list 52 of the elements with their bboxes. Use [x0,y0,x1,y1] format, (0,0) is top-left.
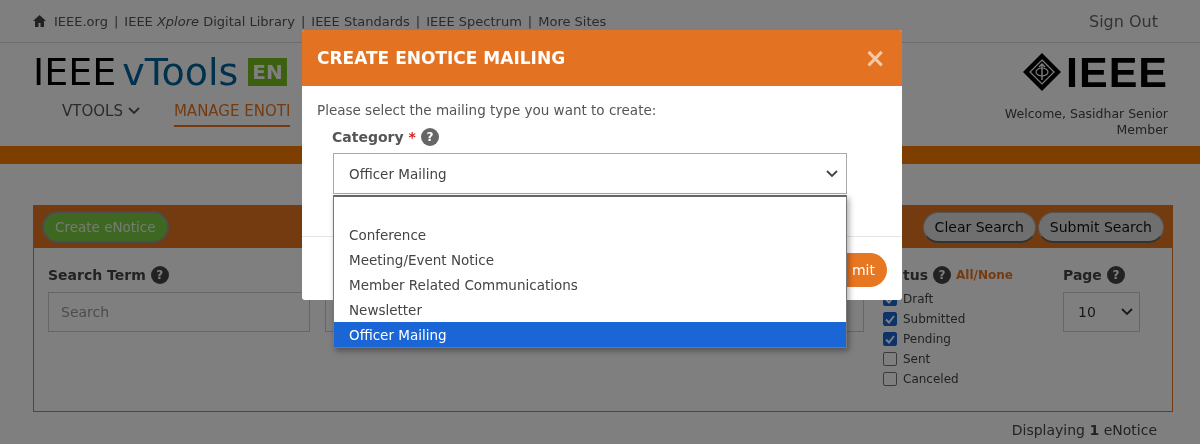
checkbox[interactable] [883,332,897,346]
checkbox[interactable] [883,312,897,326]
page-size-select[interactable]: 10 [1063,292,1140,332]
brand-badge: EN [248,58,287,86]
field-label: Category [332,129,404,145]
chevron-down-icon [826,169,838,178]
checkbox-label: Submitted [903,312,966,326]
logo-text: IEEE [1066,52,1168,92]
help-icon[interactable]: ? [933,266,951,284]
separator: | [113,13,119,29]
welcome-text: Welcome, Sasidhar Senior Member [1003,106,1168,138]
sign-out-link[interactable]: Sign Out [1089,11,1158,31]
top-link[interactable]: IEEE Spectrum [426,13,522,29]
separator: | [527,13,533,29]
dropdown-option[interactable]: Newsletter [334,297,846,322]
home-icon[interactable] [33,15,46,27]
required-mark: * [408,129,416,145]
help-icon[interactable]: ? [150,266,169,284]
dropdown-option[interactable]: Conference [334,222,846,247]
close-button[interactable]: × [864,45,886,71]
separator: | [300,13,306,29]
separator: | [415,13,421,29]
top-link[interactable]: More Sites [538,13,607,29]
clear-search-button[interactable]: Clear Search [922,211,1036,243]
dropdown-option[interactable]: Officer Mailing [334,322,846,347]
submit-search-button[interactable]: Submit Search [1037,211,1164,243]
checkbox-label: Canceled [903,372,959,386]
chevron-down-icon [1121,308,1133,316]
modal-title: CREATE ENOTICE MAILING [317,48,566,68]
field-label: Search Term [48,267,146,283]
brand-prefix: IEEE [33,52,117,92]
nav-tab[interactable]: VTOOLS [62,102,140,127]
checkbox-label: Sent [903,352,931,366]
field-label: tus [903,267,928,283]
brand-name: vTools [122,52,239,92]
help-icon[interactable]: ? [420,128,439,146]
nav-tab[interactable]: MANAGE ENOTI [173,102,291,127]
checkbox-label: Draft [903,292,934,306]
diamond-logo-icon [1022,52,1062,92]
all-none-link[interactable]: All/None [956,268,1013,282]
help-icon[interactable]: ? [1106,266,1125,284]
prompt-text: Please select the mailing type you want to create: [317,102,658,118]
checkbox-label: Pending [903,332,951,346]
top-link[interactable]: IEEE Standards [311,13,410,29]
category-select[interactable]: Officer Mailing [333,153,847,194]
checkbox[interactable] [883,352,897,366]
result-count: Displaying 1 eNotice [1011,422,1157,438]
chevron-down-icon [127,107,140,115]
field-label: Page [1063,267,1102,283]
top-link[interactable]: IEEE.org [54,13,108,29]
top-link[interactable]: IEEE Xplore Digital Library [124,13,295,29]
checkbox[interactable] [883,372,897,386]
